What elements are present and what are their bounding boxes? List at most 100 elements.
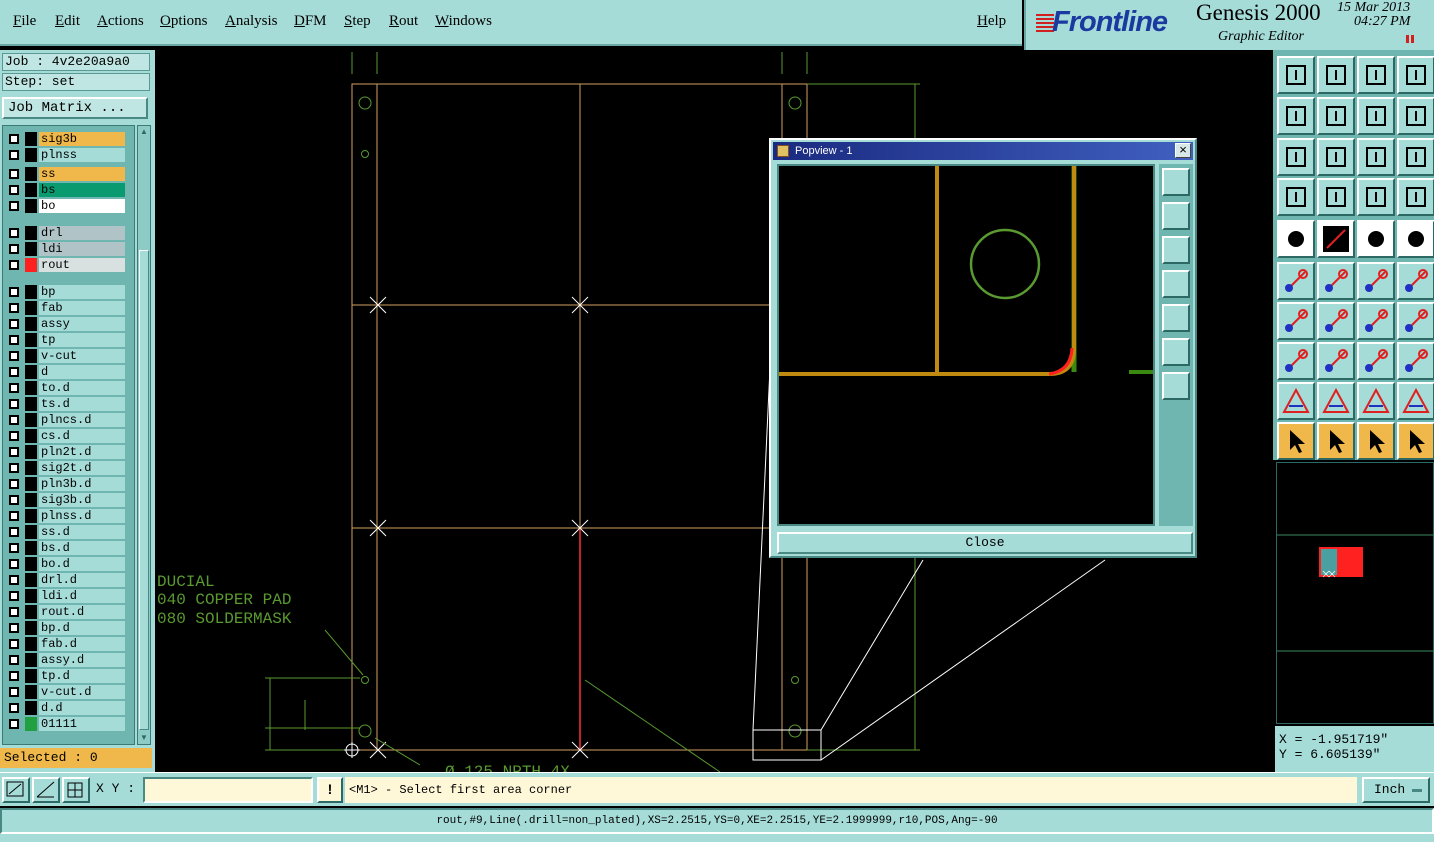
- layer-row-plnss-d[interactable]: plnss.d: [5, 509, 125, 523]
- layer-checkbox[interactable]: [9, 351, 19, 361]
- layer-checkbox[interactable]: [9, 559, 19, 569]
- zoom-home-icon[interactable]: [1277, 138, 1315, 176]
- layer-checkbox[interactable]: [9, 303, 19, 313]
- layer-checkbox[interactable]: [9, 150, 19, 160]
- help-icon[interactable]: [1397, 138, 1434, 176]
- menu-help[interactable]: Help: [977, 13, 1006, 30]
- layer-row-sig3b-d[interactable]: sig3b.d: [5, 493, 125, 507]
- layer-name[interactable]: ss: [39, 167, 125, 181]
- layer-checkbox[interactable]: [9, 319, 19, 329]
- layer-name[interactable]: v-cut.d: [39, 685, 125, 699]
- layer-name[interactable]: ss.d: [39, 525, 125, 539]
- layer-color-swatch[interactable]: [25, 258, 37, 272]
- layer-color-swatch[interactable]: [25, 349, 37, 363]
- layer-checkbox[interactable]: [9, 201, 19, 211]
- layer-row-rout-d[interactable]: rout.d: [5, 605, 125, 619]
- layer-checkbox[interactable]: [9, 185, 19, 195]
- scroll-thumb[interactable]: [139, 250, 149, 730]
- popview-zoom-out-icon[interactable]: [1162, 338, 1190, 366]
- layer-checkbox[interactable]: [9, 447, 19, 457]
- zoom-fit-icon[interactable]: [1357, 97, 1395, 135]
- popview-close-button[interactable]: Close: [777, 532, 1193, 554]
- layer-color-swatch[interactable]: [25, 621, 37, 635]
- layer-color-swatch[interactable]: [25, 557, 37, 571]
- menu-dfm[interactable]: DFM: [294, 13, 327, 30]
- layer-checkbox[interactable]: [9, 134, 19, 144]
- layer-color-swatch[interactable]: [25, 381, 37, 395]
- layer-name[interactable]: bp: [39, 285, 125, 299]
- scale-1-2-icon[interactable]: [1357, 138, 1395, 176]
- layer-color-swatch[interactable]: [25, 132, 37, 146]
- layer-scrollbar[interactable]: ▲ ▼: [137, 125, 151, 745]
- popview-pan-down-icon[interactable]: [1162, 236, 1190, 264]
- layer-color-swatch[interactable]: [25, 685, 37, 699]
- layer-name[interactable]: d: [39, 365, 125, 379]
- layer-row-ss-d[interactable]: ss.d: [5, 525, 125, 539]
- layer-color-swatch[interactable]: [25, 701, 37, 715]
- layer-row-bs-d[interactable]: bs.d: [5, 541, 125, 555]
- layer-color-swatch[interactable]: [25, 242, 37, 256]
- layer-checkbox[interactable]: [9, 335, 19, 345]
- measure-icon[interactable]: [1277, 178, 1315, 216]
- layer-color-swatch[interactable]: [25, 525, 37, 539]
- layer-name[interactable]: pln3b.d: [39, 477, 125, 491]
- layer-row-plncs-d[interactable]: plncs.d: [5, 413, 125, 427]
- point-icon[interactable]: [1397, 220, 1434, 258]
- layer-row-rout[interactable]: rout: [5, 258, 125, 272]
- select-pointer-icon[interactable]: [1277, 422, 1315, 460]
- layer-color-swatch[interactable]: [25, 477, 37, 491]
- save-job-icon[interactable]: [1317, 56, 1355, 94]
- layer-name[interactable]: bo.d: [39, 557, 125, 571]
- layer-name[interactable]: assy.d: [39, 653, 125, 667]
- break-icon[interactable]: [1277, 342, 1315, 380]
- menu-file[interactable]: File: [13, 13, 36, 30]
- layer-row-plnss[interactable]: plnss: [5, 148, 125, 162]
- layer-color-swatch[interactable]: [25, 148, 37, 162]
- layer-row-assy-d[interactable]: assy.d: [5, 653, 125, 667]
- scroll-up-icon[interactable]: ▲: [139, 127, 149, 137]
- layer-color-swatch[interactable]: [25, 226, 37, 240]
- layer-name[interactable]: bp.d: [39, 621, 125, 635]
- line-add-icon[interactable]: [1317, 220, 1355, 258]
- layer-name[interactable]: plnss.d: [39, 509, 125, 523]
- popview-zoom-icon[interactable]: [1162, 168, 1190, 196]
- layer-row-pln2t-d[interactable]: pln2t.d: [5, 445, 125, 459]
- layer-name[interactable]: v-cut: [39, 349, 125, 363]
- layer-checkbox[interactable]: [9, 639, 19, 649]
- layer-row-bo[interactable]: bo: [5, 199, 125, 213]
- scroll-down-icon[interactable]: ▼: [139, 733, 149, 743]
- popview-pan-up-icon[interactable]: [1162, 202, 1190, 230]
- zoom-center-icon[interactable]: [1317, 138, 1355, 176]
- layer-name[interactable]: ldi.d: [39, 589, 125, 603]
- layer-row-fab-d[interactable]: fab.d: [5, 637, 125, 651]
- mirror-icon[interactable]: [1397, 302, 1434, 340]
- layer-checkbox[interactable]: [9, 399, 19, 409]
- layer-row-drl-d[interactable]: drl.d: [5, 573, 125, 587]
- layer-checkbox[interactable]: [9, 431, 19, 441]
- layer-checkbox[interactable]: [9, 495, 19, 505]
- select-touch-icon[interactable]: [1357, 422, 1395, 460]
- layer-row-bp-d[interactable]: bp.d: [5, 621, 125, 635]
- layer-row-bo-d[interactable]: bo.d: [5, 557, 125, 571]
- layer-checkbox[interactable]: [9, 511, 19, 521]
- layer-color-swatch[interactable]: [25, 285, 37, 299]
- layer-color-swatch[interactable]: [25, 301, 37, 315]
- layer-name[interactable]: plncs.d: [39, 413, 125, 427]
- layer-color-swatch[interactable]: [25, 637, 37, 651]
- layer-color-swatch[interactable]: [25, 717, 37, 731]
- menu-actions[interactable]: Actions: [97, 13, 144, 30]
- snap-center-icon[interactable]: [1317, 262, 1355, 300]
- select-box-icon[interactable]: [1317, 422, 1355, 460]
- split-icon[interactable]: [1317, 342, 1355, 380]
- layer-row-ldi-d[interactable]: ldi.d: [5, 589, 125, 603]
- layer-name[interactable]: ts.d: [39, 397, 125, 411]
- netlist-icon[interactable]: [1357, 178, 1395, 216]
- layer-checkbox[interactable]: [9, 228, 19, 238]
- layer-name[interactable]: rout.d: [39, 605, 125, 619]
- distance-icon[interactable]: [1357, 342, 1395, 380]
- layer-color-swatch[interactable]: [25, 445, 37, 459]
- layer-name[interactable]: tp: [39, 333, 125, 347]
- popview-titlebar[interactable]: Popview - 1 ×: [773, 142, 1193, 160]
- home-icon[interactable]: [1357, 56, 1395, 94]
- job-matrix-button[interactable]: Job Matrix ...: [2, 97, 148, 119]
